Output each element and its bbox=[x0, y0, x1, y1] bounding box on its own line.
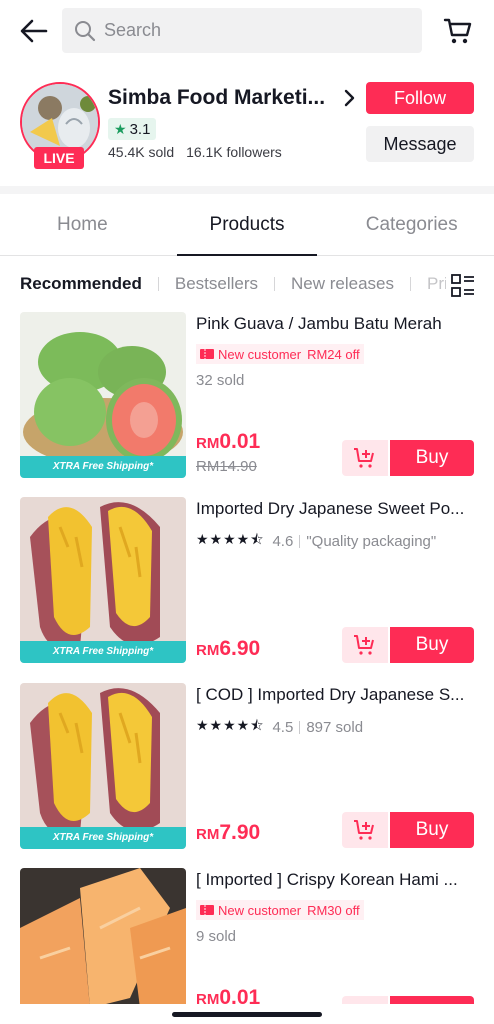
add-to-cart-icon[interactable] bbox=[342, 996, 388, 1004]
product-image[interactable]: XTRA Free Shipping* bbox=[20, 497, 186, 663]
shop-name[interactable]: Simba Food Marketi... bbox=[108, 86, 332, 110]
free-shipping-strip: XTRA Free Shipping* bbox=[20, 641, 186, 663]
original-price: RM14.90 bbox=[196, 458, 257, 475]
home-indicator bbox=[172, 1012, 322, 1017]
product-card[interactable]: [ Imported ] Crispy Korean Hami ... New … bbox=[0, 868, 494, 1004]
shop-rating-badge: ★ 3.1 bbox=[108, 118, 157, 140]
free-shipping-strip: XTRA Free Shipping* bbox=[20, 827, 186, 849]
product-title[interactable]: [ Imported ] Crispy Korean Hami ... bbox=[196, 870, 476, 890]
subtab-new-releases[interactable]: New releases bbox=[291, 274, 394, 294]
add-to-cart-icon[interactable] bbox=[342, 627, 388, 663]
sold-count: 897 sold bbox=[306, 718, 364, 736]
product-rating-row: ★★★★⯪ 4.6 "Quality packaging" bbox=[196, 529, 436, 553]
sold-count: 32 sold bbox=[196, 372, 245, 389]
follow-button[interactable]: Follow bbox=[366, 82, 474, 114]
tab-home[interactable]: Home bbox=[0, 194, 165, 255]
product-title[interactable]: Pink Guava / Jambu Batu Merah bbox=[196, 314, 476, 334]
subtab-recommended[interactable]: Recommended bbox=[20, 274, 142, 294]
rating-value: 4.6 bbox=[272, 532, 294, 550]
section-divider bbox=[0, 186, 494, 194]
shop-rating-value: 3.1 bbox=[129, 120, 151, 138]
promo-label: New customer bbox=[218, 902, 302, 918]
price-currency: RM bbox=[196, 435, 220, 452]
search-bar[interactable]: Search bbox=[62, 8, 422, 53]
subtab-divider bbox=[157, 277, 159, 291]
review-tag: "Quality packaging" bbox=[306, 532, 437, 550]
live-badge[interactable]: LIVE bbox=[34, 147, 84, 169]
subtab-divider bbox=[274, 277, 276, 291]
top-bar: Search bbox=[0, 0, 494, 62]
divider bbox=[299, 534, 301, 548]
buy-button[interactable] bbox=[390, 996, 474, 1004]
price-value: 7.90 bbox=[219, 821, 261, 844]
coupon-icon bbox=[200, 349, 214, 359]
price-value: 6.90 bbox=[219, 637, 261, 660]
shop-sold-count: 45.4K sold bbox=[108, 144, 175, 160]
product-card[interactable]: XTRA Free Shipping* Pink Guava / Jambu B… bbox=[0, 312, 494, 482]
product-price: RM7.90 bbox=[196, 821, 260, 845]
back-arrow-icon[interactable] bbox=[18, 16, 50, 46]
product-card[interactable]: XTRA Free Shipping* [ COD ] Imported Dry… bbox=[0, 683, 494, 853]
shop-header: LIVE Simba Food Marketi... ★ 3.1 45.4K s… bbox=[0, 72, 494, 184]
star-icon: ★ bbox=[114, 120, 127, 137]
divider bbox=[299, 720, 301, 734]
search-placeholder: Search bbox=[104, 20, 162, 40]
product-card[interactable]: XTRA Free Shipping* Imported Dry Japanes… bbox=[0, 497, 494, 667]
rating-stars-icon: ★★★★⯪ bbox=[196, 531, 265, 547]
product-price: RM0.01 bbox=[196, 430, 260, 454]
buy-button[interactable]: Buy bbox=[390, 812, 474, 848]
product-image[interactable]: XTRA Free Shipping* bbox=[20, 312, 186, 478]
search-icon bbox=[72, 18, 98, 44]
rating-value: 4.5 bbox=[272, 718, 294, 736]
message-button[interactable]: Message bbox=[366, 126, 474, 162]
price-currency: RM bbox=[196, 642, 220, 659]
cart-icon[interactable] bbox=[440, 14, 476, 48]
price-currency: RM bbox=[196, 826, 220, 843]
product-rating-row: ★★★★⯪ 4.5 897 sold bbox=[196, 715, 363, 739]
shop-followers-count: 16.1K followers bbox=[186, 144, 282, 160]
product-title[interactable]: [ COD ] Imported Dry Japanese S... bbox=[196, 685, 476, 705]
add-to-cart-icon[interactable] bbox=[342, 440, 388, 476]
product-image[interactable]: XTRA Free Shipping* bbox=[20, 683, 186, 849]
promo-label: New customer bbox=[218, 346, 302, 362]
rating-stars-icon: ★★★★⯪ bbox=[196, 717, 265, 733]
buy-button[interactable]: Buy bbox=[390, 627, 474, 663]
coupon-icon bbox=[200, 905, 214, 915]
add-to-cart-icon[interactable] bbox=[342, 812, 388, 848]
shop-stats: 45.4K sold 16.1K followers bbox=[108, 144, 282, 160]
subtab-divider bbox=[410, 277, 412, 291]
promo-discount: RM24 off bbox=[307, 346, 360, 362]
tab-products[interactable]: Products bbox=[165, 194, 330, 256]
promo-tag: New customer RM30 off bbox=[196, 900, 364, 920]
chevron-right-icon[interactable] bbox=[340, 86, 360, 110]
shop-tabs: Home Products Categories bbox=[0, 194, 494, 256]
price-value: 0.01 bbox=[219, 986, 261, 1004]
free-shipping-strip: XTRA Free Shipping* bbox=[20, 456, 186, 478]
list-view-toggle-icon[interactable] bbox=[446, 272, 480, 300]
sold-count: 9 sold bbox=[196, 928, 237, 945]
price-currency: RM bbox=[196, 991, 220, 1004]
product-price: RM0.01 bbox=[196, 986, 260, 1004]
tab-categories[interactable]: Categories bbox=[329, 194, 494, 255]
promo-tag: New customer RM24 off bbox=[196, 344, 364, 364]
promo-discount: RM30 off bbox=[307, 902, 360, 918]
subtab-price[interactable]: Pri bbox=[427, 274, 448, 294]
buy-button[interactable]: Buy bbox=[390, 440, 474, 476]
product-price: RM6.90 bbox=[196, 637, 260, 661]
product-title[interactable]: Imported Dry Japanese Sweet Po... bbox=[196, 499, 476, 519]
subtab-bestsellers[interactable]: Bestsellers bbox=[175, 274, 258, 294]
product-image[interactable] bbox=[20, 868, 186, 1004]
price-value: 0.01 bbox=[219, 430, 261, 453]
product-filter-tabs: Recommended Bestsellers New releases Pri bbox=[0, 262, 494, 306]
